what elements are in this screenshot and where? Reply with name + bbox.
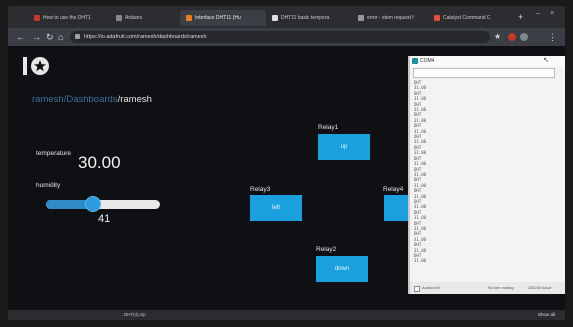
cursor-icon: ↖ (543, 57, 549, 64)
humidity-slider[interactable] (46, 196, 160, 212)
tab-3[interactable]: Interface DHT11 (Hu (180, 10, 266, 26)
relay3-label: Relay3 (250, 186, 271, 193)
relay3-left-button[interactable]: left (250, 195, 302, 221)
humidity-label: humidity (36, 182, 61, 189)
relay2-label: Relay2 (316, 246, 337, 253)
star-icon (272, 14, 278, 21)
tab-favicon-icon (34, 14, 40, 21)
breadcrumb: ramesh/Dashboards/ramesh (32, 94, 152, 105)
autoscroll-checkbox[interactable] (414, 286, 420, 292)
line-ending-select[interactable]: No line ending (488, 285, 514, 290)
forward-icon[interactable]: → (32, 31, 41, 43)
new-tab-button[interactable]: + (518, 10, 523, 24)
relay1-up-button[interactable]: up (318, 134, 370, 160)
downloads-bar: DHT(4).zip Show all (8, 310, 565, 320)
url-input[interactable]: https://io.adafruit.com/ramesh/dashboard… (70, 31, 490, 43)
tab-6[interactable]: Catalyst Command C (428, 10, 514, 26)
humidity-value: 41 (98, 213, 111, 225)
tab-4[interactable]: DHT11 basic tempera (266, 10, 352, 26)
temperature-value: 30.00 (78, 153, 121, 172)
serial-send-input[interactable] (413, 68, 555, 78)
autoscroll-label: Autoscroll (422, 285, 440, 290)
serial-line: 31.00 (414, 258, 427, 264)
adafruit-io-logo (23, 57, 49, 75)
extension-icon[interactable] (508, 33, 516, 41)
serial-monitor-footer: Autoscroll No line ending 115200 baud (410, 282, 565, 294)
tab-1[interactable]: How to use the DHT1 (28, 10, 112, 26)
bookmark-star-icon[interactable]: ★ (494, 31, 501, 43)
serial-monitor-titlebar: COM4 ↖ (410, 56, 565, 66)
address-bar: ← → ↻ ⌂ https://io.adafruit.com/ramesh/d… (8, 28, 565, 46)
tab-favicon-icon (358, 14, 364, 21)
tab-favicon-icon (116, 14, 122, 21)
tab-favicon-icon (186, 14, 192, 21)
breadcrumb-dashboards[interactable]: Dashboards (66, 94, 117, 105)
baud-rate-select[interactable]: 115200 baud (528, 285, 551, 290)
temperature-label: temperature (36, 150, 72, 157)
tab-2[interactable]: Arduino (110, 10, 180, 26)
back-icon[interactable]: ← (16, 31, 25, 43)
profile-icon[interactable] (520, 33, 528, 41)
browser-tab-bar: How to use the DHT1 Arduino Interface DH… (8, 6, 565, 28)
arduino-icon (412, 58, 418, 64)
reload-icon[interactable]: ↻ (46, 31, 54, 43)
tab-5[interactable]: error - stem request f (352, 10, 428, 26)
home-icon[interactable]: ⌂ (58, 31, 63, 43)
show-all-downloads-button[interactable]: Show all (538, 311, 555, 319)
humidity-slider-thumb[interactable] (85, 196, 101, 212)
minimize-icon[interactable]: – (536, 10, 540, 17)
breadcrumb-user[interactable]: ramesh (32, 94, 64, 105)
screen: How to use the DHT1 Arduino Interface DH… (8, 6, 565, 320)
serial-output: DHT 31.00 DHT 31.00 DHT 31.00 DHT 31.00 DHT 31.00… (414, 80, 562, 276)
relay4-right-button[interactable] (384, 195, 408, 221)
relay4-label: Relay4 (383, 186, 404, 193)
close-window-icon[interactable]: × (550, 10, 554, 17)
serial-monitor-window: COM4 ↖ DHT 31.00 DHT 31.00 DHT 31.00 DHT 31.00 D… (408, 56, 565, 294)
relay2-down-button[interactable]: down (316, 256, 368, 282)
lock-icon (75, 34, 80, 39)
breadcrumb-current: ramesh (120, 94, 152, 105)
download-item-2[interactable]: DHT(4).zip (124, 311, 146, 319)
tab-favicon-icon (434, 14, 440, 21)
relay1-label: Relay1 (318, 124, 339, 131)
menu-icon[interactable]: ⋮ (548, 31, 557, 43)
